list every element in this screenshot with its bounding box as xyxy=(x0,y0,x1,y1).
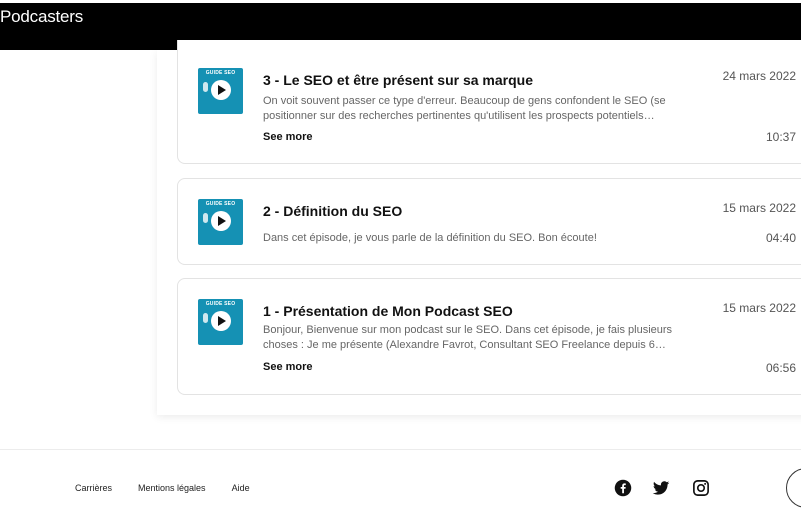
see-more-link[interactable]: See more xyxy=(263,131,313,143)
episode-date: 24 mars 2022 xyxy=(722,69,796,83)
episode-duration: 10:37 xyxy=(765,130,796,144)
play-icon[interactable] xyxy=(211,80,231,100)
thumbnail-label: GUIDE SEO xyxy=(205,70,236,76)
episode-date: 15 mars 2022 xyxy=(722,301,796,315)
episode-card[interactable]: GUIDE SEO 1 - Présentation de Mon Podcas… xyxy=(177,278,801,395)
footer-link-aide[interactable]: Aide xyxy=(232,483,250,493)
episode-card[interactable]: GUIDE SEO 3 - Le SEO et être présent sur… xyxy=(177,40,801,164)
episode-title[interactable]: 2 - Définition du SEO xyxy=(263,203,402,219)
twitter-icon[interactable] xyxy=(652,479,670,497)
facebook-icon[interactable] xyxy=(614,479,632,497)
thumbnail-label: GUIDE SEO xyxy=(205,201,236,207)
play-icon[interactable] xyxy=(211,211,231,231)
microphone-icon xyxy=(203,82,208,92)
episode-thumbnail[interactable]: GUIDE SEO xyxy=(198,68,243,114)
microphone-icon xyxy=(203,213,208,223)
footer-link-carrieres[interactable]: Carrières xyxy=(75,483,112,493)
microphone-icon xyxy=(203,313,208,323)
footer-link-mentions-legales[interactable]: Mentions légales xyxy=(138,483,206,493)
brand-logo-text[interactable]: Podcasters xyxy=(0,7,83,27)
episode-duration: 04:40 xyxy=(765,231,796,245)
episode-duration: 06:56 xyxy=(765,361,796,375)
thumbnail-label: GUIDE SEO xyxy=(205,301,236,307)
episode-card[interactable]: GUIDE SEO 2 - Définition du SEO 15 mars … xyxy=(177,178,801,265)
episode-description: Bonjour, Bienvenue sur mon podcast sur l… xyxy=(263,324,673,351)
episode-description: On voit souvent passer ce type d'erreur.… xyxy=(263,95,666,122)
episode-title[interactable]: 1 - Présentation de Mon Podcast SEO xyxy=(263,303,513,319)
episode-title[interactable]: 3 - Le SEO et être présent sur sa marque xyxy=(263,72,533,88)
floating-action-button[interactable] xyxy=(786,468,801,508)
episode-thumbnail[interactable]: GUIDE SEO xyxy=(198,299,243,345)
episode-description: Dans cet épisode, je vous parle de la dé… xyxy=(263,232,597,244)
episode-date: 15 mars 2022 xyxy=(722,201,796,215)
footer-links: Carrières Mentions légales Aide xyxy=(75,483,250,493)
footer-divider xyxy=(0,449,801,450)
see-more-link[interactable]: See more xyxy=(263,361,313,373)
instagram-icon[interactable] xyxy=(692,479,710,497)
episode-thumbnail[interactable]: GUIDE SEO xyxy=(198,199,243,245)
play-icon[interactable] xyxy=(211,311,231,331)
